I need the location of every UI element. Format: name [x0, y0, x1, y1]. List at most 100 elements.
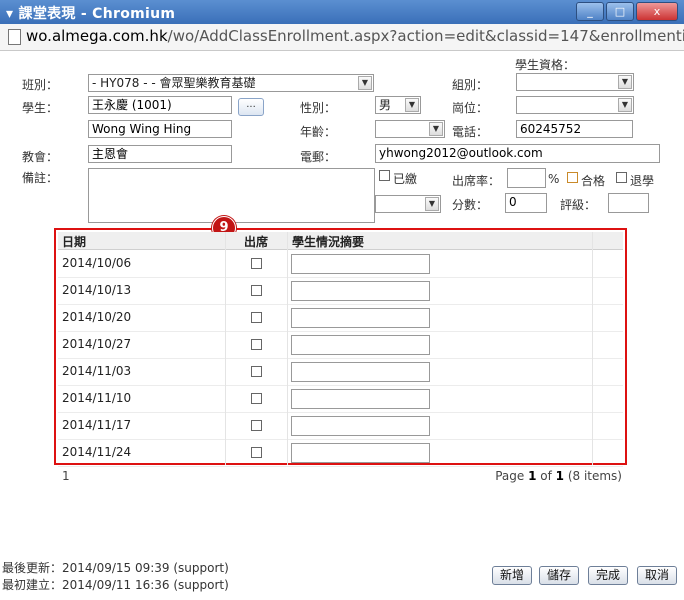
grade-field[interactable]	[608, 193, 649, 213]
church-label: 教會：	[22, 150, 59, 164]
attended-checkbox[interactable]	[251, 285, 262, 296]
maximize-button[interactable]: □	[606, 2, 634, 21]
chevron-down-icon: ▼	[405, 98, 419, 112]
gender-label: 性別：	[300, 101, 337, 115]
grade-label: 評級：	[560, 198, 597, 212]
table-row: 2014/10/13	[58, 277, 623, 305]
chevron-down-icon: ▼	[618, 75, 632, 89]
created-text: 最初建立：2014/09/11 16:36 (support)	[2, 578, 229, 592]
column-header-date[interactable]: 日期	[62, 233, 86, 250]
attended-checkbox[interactable]	[251, 393, 262, 404]
attended-checkbox[interactable]	[251, 339, 262, 350]
summary-input[interactable]	[291, 281, 430, 301]
english-name-field[interactable]: Wong Wing Hing	[88, 120, 232, 138]
paid-label: 已繳	[393, 172, 418, 186]
remarks-textarea[interactable]	[88, 168, 375, 223]
column-divider	[287, 232, 288, 465]
withdraw-label: 退學	[630, 174, 655, 188]
table-row: 2014/10/27	[58, 331, 623, 359]
done-button[interactable]: 完成	[588, 566, 628, 585]
church-field[interactable]: 主恩會	[88, 145, 232, 163]
window-title: ▾ 課堂表現 - Chromium	[6, 6, 176, 22]
column-divider	[592, 232, 593, 465]
summary-input[interactable]	[291, 308, 430, 328]
summary-input[interactable]	[291, 335, 430, 355]
attended-checkbox[interactable]	[251, 258, 262, 269]
email-label: 電郵：	[300, 150, 337, 164]
position-label: 崗位：	[452, 101, 489, 115]
score-field[interactable]: 0	[505, 193, 547, 213]
summary-input[interactable]	[291, 389, 430, 409]
position-select[interactable]: ▼	[516, 96, 634, 114]
column-header-attended[interactable]: 出席	[244, 233, 268, 250]
attendance-rate-field[interactable]	[507, 168, 546, 188]
add-button[interactable]: 新增	[492, 566, 532, 585]
email-field[interactable]: yhwong2012@outlook.com	[375, 144, 660, 163]
summary-input[interactable]	[291, 254, 430, 274]
row-date: 2014/10/20	[62, 310, 132, 324]
summary-input[interactable]	[291, 443, 430, 463]
gender-select[interactable]: 男 ▼	[375, 96, 421, 114]
pass-label: 合格	[581, 174, 606, 188]
page-summary: Page 1 of 1 (8 items)	[495, 469, 622, 483]
attended-checkbox[interactable]	[251, 420, 262, 431]
phone-label: 電話：	[452, 125, 489, 139]
save-button[interactable]: 儲存	[539, 566, 579, 585]
page-link[interactable]: 1	[62, 469, 70, 483]
cancel-button[interactable]: 取消	[637, 566, 677, 585]
student-lookup-button[interactable]: ...	[238, 98, 264, 116]
table-row: 2014/11/10	[58, 385, 623, 413]
chevron-down-icon: ▼	[425, 197, 439, 211]
table-row: 2014/10/20	[58, 304, 623, 332]
percent-sign: %	[548, 172, 560, 186]
pass-checkbox[interactable]	[567, 172, 578, 183]
attended-checkbox[interactable]	[251, 366, 262, 377]
attended-checkbox[interactable]	[251, 447, 262, 458]
row-date: 2014/11/24	[62, 445, 132, 459]
table-row: 2014/10/06	[58, 250, 623, 278]
row-date: 2014/11/03	[62, 364, 132, 378]
group-select[interactable]: ▼	[516, 73, 634, 91]
class-label: 班別：	[22, 78, 59, 92]
attended-checkbox[interactable]	[251, 312, 262, 323]
url-text[interactable]: wo.almega.com.hk/wo/AddClassEnrollment.a…	[26, 27, 684, 45]
age-label: 年齡：	[300, 125, 337, 139]
student-field[interactable]: 王永慶 (1001)	[88, 96, 232, 114]
address-bar[interactable]: wo.almega.com.hk/wo/AddClassEnrollment.a…	[0, 24, 684, 51]
chevron-down-icon: ▼	[429, 122, 443, 136]
summary-input[interactable]	[291, 416, 430, 436]
minimize-button[interactable]: _	[576, 2, 604, 21]
close-button[interactable]: x	[636, 2, 678, 21]
row-date: 2014/10/27	[62, 337, 132, 351]
group-label: 組別：	[452, 78, 489, 92]
score-label: 分數：	[452, 198, 489, 212]
table-row: 2014/11/24	[58, 439, 623, 467]
class-select[interactable]: - HY078 - - 會眾聖樂教育基礎 ▼	[88, 74, 374, 92]
attendance-rate-label: 出席率：	[452, 174, 501, 188]
window-icon: ▾	[6, 6, 19, 22]
row-date: 2014/11/10	[62, 391, 132, 405]
row-date: 2014/10/06	[62, 256, 132, 270]
remarks-label: 備註：	[22, 171, 59, 185]
status-select[interactable]: ▼	[375, 195, 441, 213]
grid-header: 日期 出席 學生情況摘要	[58, 232, 623, 250]
last-updated-text: 最後更新：2014/09/15 09:39 (support)	[2, 561, 229, 575]
row-date: 2014/10/13	[62, 283, 132, 297]
phone-field[interactable]: 60245752	[516, 120, 633, 138]
column-header-summary[interactable]: 學生情況摘要	[292, 233, 364, 250]
chevron-down-icon: ▼	[358, 76, 372, 90]
withdraw-checkbox[interactable]	[616, 172, 627, 183]
age-select[interactable]: ▼	[375, 120, 445, 138]
student-label: 學生：	[22, 101, 59, 115]
row-date: 2014/11/17	[62, 418, 132, 432]
pager: 1 Page 1 of 1 (8 items)	[62, 469, 622, 483]
table-row: 2014/11/03	[58, 358, 623, 386]
chevron-down-icon: ▼	[618, 98, 632, 112]
qualification-label: 學生資格：	[515, 58, 576, 72]
column-divider	[225, 232, 226, 465]
window-titlebar: ▾ 課堂表現 - Chromium _ □ x	[0, 0, 684, 24]
table-row: 2014/11/17	[58, 412, 623, 440]
paid-checkbox[interactable]	[379, 170, 390, 181]
page-icon	[8, 29, 21, 45]
summary-input[interactable]	[291, 362, 430, 382]
